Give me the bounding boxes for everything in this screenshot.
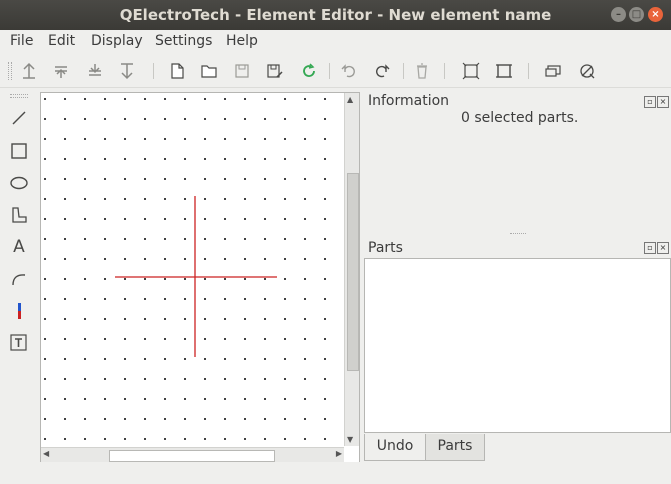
toolbar-separator <box>153 63 154 79</box>
toolbar-separator <box>528 63 529 79</box>
close-icon[interactable]: × <box>657 96 669 108</box>
menu-edit[interactable]: Edit <box>48 33 75 49</box>
window-title: QElectroTech - Element Editor - New elem… <box>119 6 552 24</box>
menu-help[interactable]: Help <box>226 33 258 49</box>
close-icon[interactable]: × <box>657 242 669 254</box>
menu-settings[interactable]: Settings <box>155 33 212 49</box>
vertical-scroll-thumb[interactable] <box>347 173 359 371</box>
delete-icon[interactable] <box>411 60 433 82</box>
polygon-tool-icon[interactable] <box>8 204 30 226</box>
float-icon[interactable]: ▫ <box>644 242 656 254</box>
edit-properties-icon[interactable] <box>542 60 564 82</box>
toolbar-separator <box>444 63 445 79</box>
undo-icon[interactable] <box>338 60 360 82</box>
selection-status: 0 selected parts. <box>461 110 579 126</box>
information-title: Information <box>368 93 450 109</box>
parts-title: Parts <box>368 240 403 256</box>
new-document-icon[interactable] <box>166 60 188 82</box>
parts-list[interactable] <box>364 258 671 433</box>
arc-tool-icon[interactable] <box>8 268 30 290</box>
lower-icon[interactable] <box>84 60 106 82</box>
edit-author-icon[interactable] <box>576 60 598 82</box>
terminal-tool-icon[interactable] <box>8 300 30 322</box>
tab-undo[interactable]: Undo <box>364 434 426 461</box>
save-as-icon[interactable] <box>264 60 286 82</box>
send-backward-icon[interactable] <box>116 60 138 82</box>
text-tool-icon[interactable]: A <box>8 236 30 258</box>
palette-grip[interactable] <box>10 94 28 98</box>
maximize-button[interactable]: □ <box>629 7 644 22</box>
minimize-button[interactable]: – <box>611 7 626 22</box>
menu-file[interactable]: File <box>10 33 33 49</box>
toolbar-separator <box>329 63 330 79</box>
main-toolbar <box>0 55 671 88</box>
zoom-fit-icon[interactable] <box>460 60 482 82</box>
canvas-horizontal-scrollbar[interactable]: ◀ ▶ <box>41 447 344 462</box>
toolbar-grip[interactable] <box>8 62 12 80</box>
ellipse-tool-icon[interactable] <box>8 172 30 194</box>
reload-icon[interactable] <box>298 60 320 82</box>
close-button[interactable]: × <box>648 7 663 22</box>
tab-parts[interactable]: Parts <box>425 434 485 461</box>
save-icon[interactable] <box>231 60 253 82</box>
menu-bar: File Edit Display Settings Help <box>0 30 671 54</box>
toolbar-separator <box>403 63 404 79</box>
dock-splitter-handle[interactable] <box>510 233 526 236</box>
line-tool-icon[interactable] <box>8 107 30 129</box>
dynamic-text-tool-icon[interactable] <box>8 332 30 354</box>
bring-forward-icon[interactable] <box>18 60 40 82</box>
float-icon[interactable]: ▫ <box>644 96 656 108</box>
redo-icon[interactable] <box>371 60 393 82</box>
menu-display[interactable]: Display <box>91 33 143 49</box>
raise-icon[interactable] <box>50 60 72 82</box>
dock-splitter[interactable] <box>361 92 363 462</box>
drawing-canvas[interactable]: ▲ ▼ ◀ ▶ <box>40 92 360 463</box>
canvas-vertical-scrollbar[interactable]: ▲ ▼ <box>344 93 359 446</box>
status-bar <box>0 462 671 484</box>
open-folder-icon[interactable] <box>198 60 220 82</box>
element-origin-crosshair <box>115 196 277 357</box>
title-bar: QElectroTech - Element Editor - New elem… <box>0 0 671 30</box>
rectangle-tool-icon[interactable] <box>8 140 30 162</box>
zoom-reset-icon[interactable] <box>493 60 515 82</box>
tools-palette: A <box>0 88 38 458</box>
horizontal-scroll-thumb[interactable] <box>109 450 275 462</box>
